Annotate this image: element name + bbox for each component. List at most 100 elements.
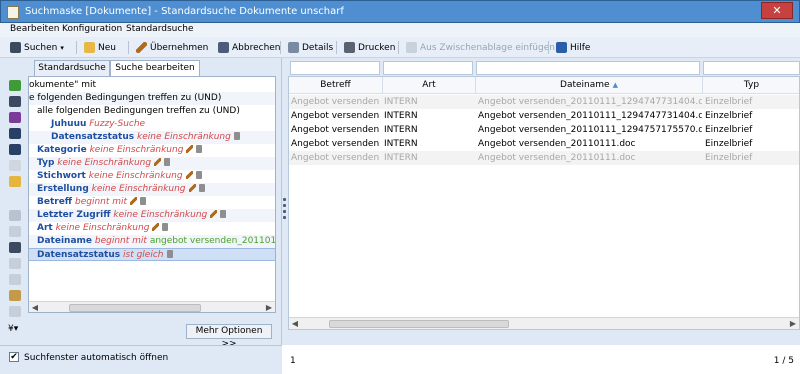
tree-condition[interactable]: Letzter Zugriff keine Einschränkung: [29, 209, 275, 222]
tree-condition[interactable]: Dateiname beginnt mit angebot versenden_…: [29, 235, 275, 248]
column-header-dateiname[interactable]: Dateiname ▲: [476, 77, 703, 94]
scroll-left-icon[interactable]: ◀: [29, 302, 41, 312]
delete-icon[interactable]: [162, 223, 169, 231]
paste-from-clipboard-button[interactable]: Aus Zwischenablage einfügen: [406, 40, 555, 55]
copy-icon[interactable]: [9, 258, 21, 269]
delete-icon[interactable]: [164, 158, 171, 166]
scroll-left-icon[interactable]: ◀: [289, 318, 301, 329]
menu-konfiguration[interactable]: Konfiguration: [62, 24, 122, 34]
toolbar-separator: [128, 41, 129, 54]
cancel-button[interactable]: Abbrechen: [218, 40, 281, 55]
search-button[interactable]: Suchen ▾: [10, 40, 64, 55]
column-header-art[interactable]: Art: [383, 77, 476, 94]
star-icon[interactable]: [9, 160, 21, 171]
tab-standardsuche[interactable]: Standardsuche: [34, 60, 110, 77]
tree-group-and[interactable]: e folgenden Bedingungen treffen zu (UND): [29, 92, 275, 105]
tree-condition[interactable]: Art keine Einschränkung: [29, 222, 275, 235]
scrollbar-thumb[interactable]: [329, 320, 509, 328]
toolbar-separator: [280, 41, 281, 54]
more-options-button[interactable]: Mehr Optionen >>: [186, 324, 272, 349]
scrollbar-thumb[interactable]: [69, 304, 201, 312]
tree-condition[interactable]: Juhuuu Fuzzy-Suche: [29, 118, 275, 131]
tab-suche-bearbeiten[interactable]: Suche bearbeiten: [110, 60, 200, 77]
print-button[interactable]: Drucken: [344, 40, 395, 55]
grid-horizontal-scrollbar[interactable]: ◀ ▶: [289, 317, 799, 329]
tree-condition[interactable]: Kategorie keine Einschränkung: [29, 144, 275, 157]
refresh-icon[interactable]: [9, 306, 21, 317]
table-row[interactable]: Angebot versenden INTERN Angebot versend…: [289, 123, 799, 137]
tree-condition[interactable]: Betreff beginnt mit: [29, 196, 275, 209]
save-as-icon[interactable]: [9, 144, 21, 155]
scroll-right-icon[interactable]: ▶: [263, 302, 275, 312]
delete-icon[interactable]: [166, 250, 173, 258]
tree-horizontal-scrollbar[interactable]: ◀ ▶: [29, 301, 275, 312]
close-button[interactable]: ✕: [761, 2, 793, 19]
pencil-icon[interactable]: [130, 197, 138, 205]
condition-tree: okumente" mit e folgenden Bedingungen tr…: [28, 76, 276, 313]
filter-betreff-input[interactable]: [290, 61, 380, 75]
delete-icon[interactable]: [220, 210, 227, 218]
title-bar: Suchmaske [Dokumente] - Standardsuche Do…: [0, 0, 800, 23]
delete-icon[interactable]: [195, 171, 202, 179]
filter-icon[interactable]: [9, 112, 21, 123]
tree-condition[interactable]: Stichwort keine Einschränkung: [29, 170, 275, 183]
save-icon[interactable]: [9, 128, 21, 139]
menu-standardsuche[interactable]: Standardsuche: [126, 24, 194, 34]
menu-bearbeiten[interactable]: Bearbeiten: [10, 24, 59, 34]
filter-art-input[interactable]: [383, 61, 473, 75]
column-header-typ[interactable]: Typ: [703, 77, 799, 94]
pencil-icon[interactable]: [210, 210, 218, 218]
tree-condition-selected[interactable]: Datensatzstatus ist gleich: [29, 248, 275, 261]
toolbar-separator: [336, 41, 337, 54]
filter-dateiname-input[interactable]: [476, 61, 700, 75]
tree-subgroup-and[interactable]: alle folgenden Bedingungen treffen zu (U…: [29, 105, 275, 118]
pencil-icon[interactable]: [186, 145, 194, 153]
auto-open-label: Suchfenster automatisch öffnen: [24, 353, 169, 363]
pencil-icon[interactable]: [152, 223, 160, 231]
tree-condition[interactable]: Datensatzstatus keine Einschränkung: [29, 131, 275, 144]
chevron-down-icon[interactable]: ▾: [60, 44, 64, 52]
help-button[interactable]: Hilfe: [556, 40, 590, 55]
delete-icon[interactable]: [196, 145, 203, 153]
variable-icon[interactable]: [9, 210, 21, 221]
binoculars-icon[interactable]: [9, 242, 21, 253]
overflow-chevron-icon[interactable]: ¥▾: [8, 324, 18, 334]
grip-dot: [283, 210, 286, 213]
table-row[interactable]: Angebot versenden INTERN Angebot versend…: [289, 151, 799, 165]
column-header-betreff[interactable]: Betreff: [289, 77, 383, 94]
tree-condition[interactable]: Erstellung keine Einschränkung: [29, 183, 275, 196]
table-row[interactable]: Angebot versenden INTERN Angebot versend…: [289, 95, 799, 109]
pencil-icon[interactable]: [185, 171, 193, 179]
grip-dot: [283, 198, 286, 201]
add-favorite-icon[interactable]: [9, 176, 21, 187]
paste-icon[interactable]: [9, 274, 21, 285]
binoculars-cancel-icon: [218, 42, 229, 53]
binoculars-icon[interactable]: [9, 96, 21, 107]
app-icon: [7, 6, 19, 19]
tree-root-line: okumente" mit: [29, 80, 97, 90]
new-button[interactable]: Neu: [84, 40, 116, 55]
grip-dot: [283, 216, 286, 219]
edit-icon[interactable]: [9, 290, 21, 301]
apply-button[interactable]: Übernehmen: [136, 40, 208, 55]
table-row[interactable]: Angebot versenden INTERN Angebot versend…: [289, 109, 799, 123]
link-icon[interactable]: [9, 226, 21, 237]
grip-dot: [283, 204, 286, 207]
filter-typ-input[interactable]: [703, 61, 800, 75]
delete-icon[interactable]: [233, 132, 240, 140]
printer-icon: [344, 42, 355, 53]
auto-open-checkbox[interactable]: ✔: [9, 352, 19, 362]
delete-icon[interactable]: [140, 197, 147, 205]
window-title: Suchmaske [Dokumente] - Standardsuche Do…: [25, 6, 344, 17]
status-left: 1: [290, 356, 296, 366]
tree-condition[interactable]: Typ keine Einschränkung: [29, 157, 275, 170]
pencil-icon: [136, 42, 147, 53]
move-down-icon[interactable]: [9, 80, 21, 91]
pencil-icon[interactable]: [188, 184, 196, 192]
table-row[interactable]: Angebot versenden INTERN Angebot versend…: [289, 137, 799, 151]
details-button[interactable]: Details: [288, 40, 333, 55]
scroll-right-icon[interactable]: ▶: [787, 318, 799, 329]
record-counter: 1 / 5: [773, 356, 794, 366]
delete-icon[interactable]: [198, 184, 205, 192]
pencil-icon[interactable]: [154, 158, 162, 166]
